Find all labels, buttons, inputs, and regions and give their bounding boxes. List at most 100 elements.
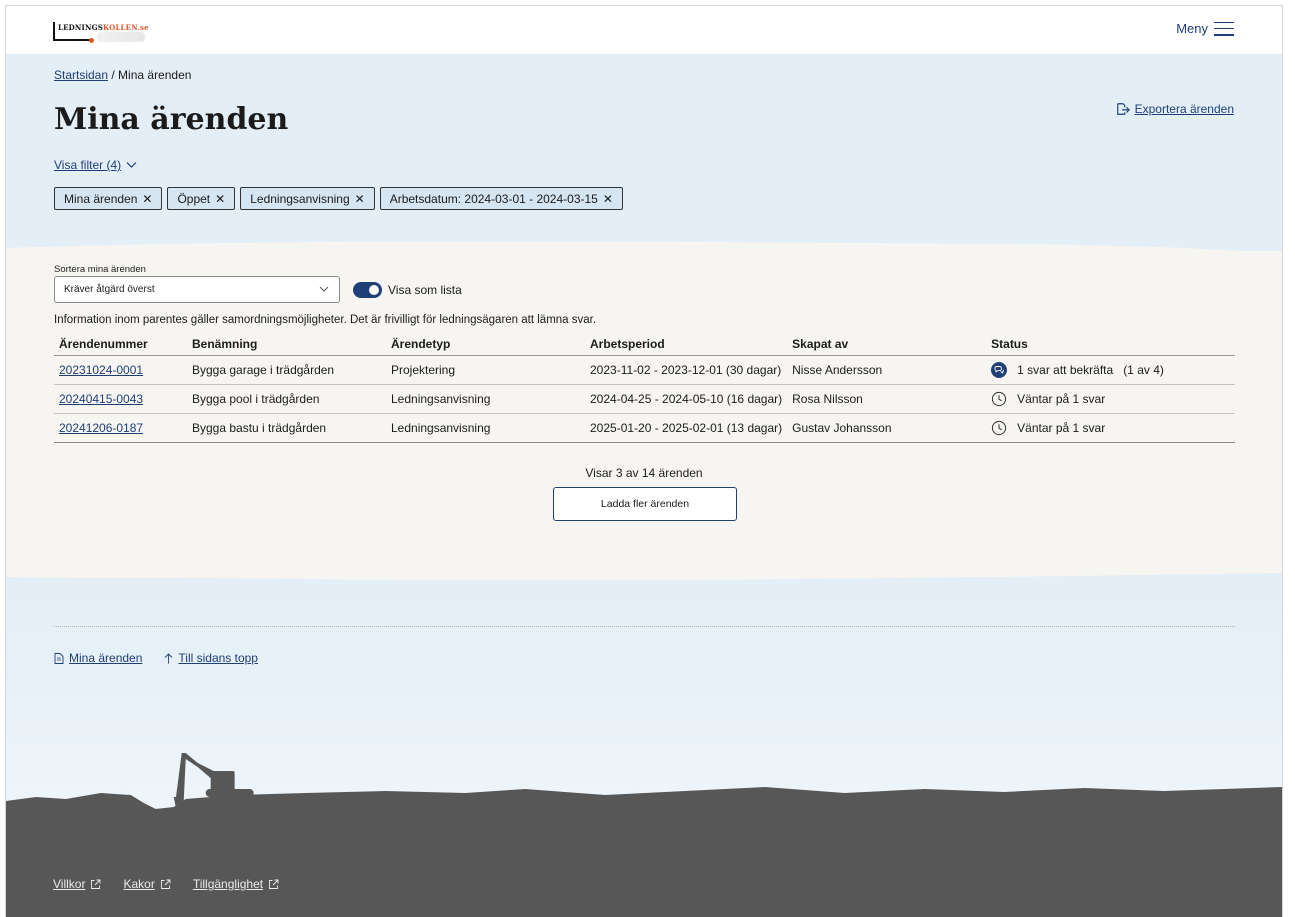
export-icon: [1116, 103, 1130, 115]
case-created-by: Rosa Nilsson: [787, 384, 987, 414]
close-icon: ✕: [354, 191, 365, 206]
case-period: 2023-11-02 - 2023-12-01 (30 dagar): [585, 355, 788, 385]
filter-chips: Mina ärenden ✕ Öppet ✕ Ledningsanvisning ✕ …: [54, 187, 623, 210]
external-link-icon: [269, 879, 279, 889]
breadcrumb-separator: /: [108, 68, 119, 82]
table-row: 20231024-0001 Bygga garage i trädgården …: [54, 355, 1235, 385]
filter-chip-label: Öppet: [177, 191, 211, 206]
export-label: Exportera ärenden: [1134, 102, 1234, 116]
legal-link-label: Tillgänglighet: [192, 877, 264, 891]
column-header-period[interactable]: Arbetsperiod: [585, 333, 788, 356]
case-status-text: Väntar på 1 svar: [1017, 391, 1106, 406]
case-name: Bygga bastu i trädgården: [187, 413, 386, 443]
load-more-button[interactable]: Ladda fler ärenden: [553, 487, 737, 521]
table-row: 20241206-0187 Bygga bastu i trädgården L…: [54, 413, 1235, 443]
sort-select-value: Kräver åtgärd överst: [64, 284, 155, 295]
top-bar: LEDNINGSKOLLEN.se Meny: [6, 6, 1282, 54]
document-icon: [54, 652, 64, 664]
filter-chip-cable-guidance[interactable]: Ledningsanvisning ✕: [240, 187, 375, 210]
footer-link-label: Till sidans topp: [178, 651, 258, 665]
footer-link-label: Mina ärenden: [69, 651, 143, 665]
legal-link-terms[interactable]: Villkor: [53, 877, 101, 891]
case-period: 2025-01-20 - 2025-02-01 (13 dagar): [585, 413, 788, 443]
wave-divider: [6, 241, 1282, 264]
page: LEDNINGSKOLLEN.se Meny Startsidan / Mina…: [5, 5, 1283, 917]
filter-chip-label: Mina ärenden: [64, 191, 138, 206]
case-period: 2024-04-25 - 2024-05-10 (16 dagar): [585, 384, 788, 414]
close-icon: ✕: [142, 191, 153, 206]
filter-chip-work-date[interactable]: Arbetsdatum: 2024-03-01 - 2024-03-15 ✕: [379, 187, 623, 210]
export-cases-link[interactable]: Exportera ärenden: [1116, 102, 1234, 116]
legal-links: Villkor Kakor Tillgänglighet: [53, 877, 279, 891]
case-number-link[interactable]: 20240415-0043: [59, 392, 143, 406]
list-view-toggle-wrap: Visa som lista: [353, 282, 462, 298]
breadcrumb-home-link[interactable]: Startsidan: [54, 68, 108, 82]
case-number-link[interactable]: 20231024-0001: [59, 363, 143, 377]
case-status: 1 svar att bekräfta (1 av 4): [991, 361, 1230, 378]
footer-links: Mina ärenden Till sidans topp: [54, 651, 258, 665]
case-name: Bygga pool i trädgården: [187, 384, 386, 414]
filter-chip-my-cases[interactable]: Mina ärenden ✕: [54, 187, 163, 210]
external-link-icon: [91, 879, 101, 889]
clock-icon: [992, 420, 1007, 435]
footer-link-my-cases[interactable]: Mina ärenden: [54, 651, 142, 665]
list-view-toggle-label: Visa som lista: [388, 283, 462, 297]
arrow-up-icon: [165, 652, 173, 663]
column-header-type[interactable]: Ärendetyp: [386, 333, 585, 356]
menu-label: Meny: [1176, 21, 1208, 36]
column-header-created-by[interactable]: Skapat av: [787, 333, 987, 356]
table-header-row: Ärendenummer Benämning Ärendetyp Arbetsp…: [54, 333, 1235, 356]
cases-table: Ärendenummer Benämning Ärendetyp Arbetsp…: [54, 333, 1235, 443]
hamburger-icon: [1214, 21, 1234, 36]
case-created-by: Gustav Johansson: [787, 413, 987, 443]
case-status-extra: (1 av 4): [1123, 362, 1164, 377]
sort-select[interactable]: Kräver åtgärd överst: [54, 276, 340, 303]
hero: Startsidan / Mina ärenden Mina ärenden E…: [6, 54, 1282, 254]
column-header-status[interactable]: Status: [986, 333, 1235, 356]
filter-chip-open[interactable]: Öppet ✕: [167, 187, 236, 210]
case-type: Ledningsanvisning: [386, 384, 585, 414]
table-row: 20240415-0043 Bygga pool i trädgården Le…: [54, 384, 1235, 414]
legal-link-accessibility[interactable]: Tillgänglighet: [193, 877, 279, 891]
case-name: Bygga garage i trädgården: [187, 355, 386, 385]
case-status: Väntar på 1 svar: [991, 391, 1230, 407]
menu-button[interactable]: Meny: [1176, 21, 1234, 36]
ground-illustration: [6, 753, 1282, 917]
list-view-toggle[interactable]: [353, 282, 382, 298]
page-title: Mina ärenden: [54, 102, 289, 137]
column-header-case-number[interactable]: Ärendenummer: [54, 333, 187, 356]
show-filter-label: Visa filter (4): [54, 158, 122, 172]
case-status-text: Väntar på 1 svar: [1017, 420, 1106, 435]
footer-link-back-to-top[interactable]: Till sidans topp: [164, 651, 258, 665]
showing-count: Visar 3 av 14 ärenden: [585, 466, 703, 480]
clock-icon: [992, 391, 1007, 406]
breadcrumb: Startsidan / Mina ärenden: [54, 68, 191, 82]
case-status-text: 1 svar att bekräfta: [1017, 362, 1114, 377]
case-status: Väntar på 1 svar: [991, 420, 1230, 436]
legal-link-label: Villkor: [53, 877, 86, 891]
sort-label: Sortera mina ärenden: [54, 264, 146, 275]
chevron-down-icon: [319, 286, 329, 292]
footer: Mina ärenden Till sidans topp Villkor Ka…: [6, 581, 1282, 917]
close-icon: ✕: [602, 191, 613, 206]
legal-link-cookies[interactable]: Kakor: [123, 877, 171, 891]
logo[interactable]: LEDNINGSKOLLEN.se: [53, 20, 153, 44]
legal-link-label: Kakor: [123, 877, 155, 891]
case-list-section: Sortera mina ärenden Kräver åtgärd övers…: [6, 251, 1282, 581]
chevron-down-icon: [126, 162, 137, 168]
info-text: Information inom parentes gäller samordn…: [54, 314, 597, 326]
filter-chip-label: Ledningsanvisning: [250, 191, 350, 206]
case-created-by: Nisse Andersson: [787, 355, 987, 385]
close-icon: ✕: [215, 191, 226, 206]
column-header-name[interactable]: Benämning: [187, 333, 386, 356]
breadcrumb-current: Mina ärenden: [118, 68, 192, 82]
case-type: Projektering: [386, 355, 585, 385]
filter-chip-label: Arbetsdatum: 2024-03-01 - 2024-03-15: [389, 191, 598, 206]
divider: [54, 626, 1235, 627]
show-filter-toggle[interactable]: Visa filter (4): [54, 158, 137, 172]
case-type: Ledningsanvisning: [386, 413, 585, 443]
external-link-icon: [160, 879, 171, 889]
logo-text: LEDNINGSKOLLEN.se: [58, 23, 149, 32]
chat-bubble-icon: [991, 361, 1008, 378]
case-number-link[interactable]: 20241206-0187: [59, 421, 143, 435]
